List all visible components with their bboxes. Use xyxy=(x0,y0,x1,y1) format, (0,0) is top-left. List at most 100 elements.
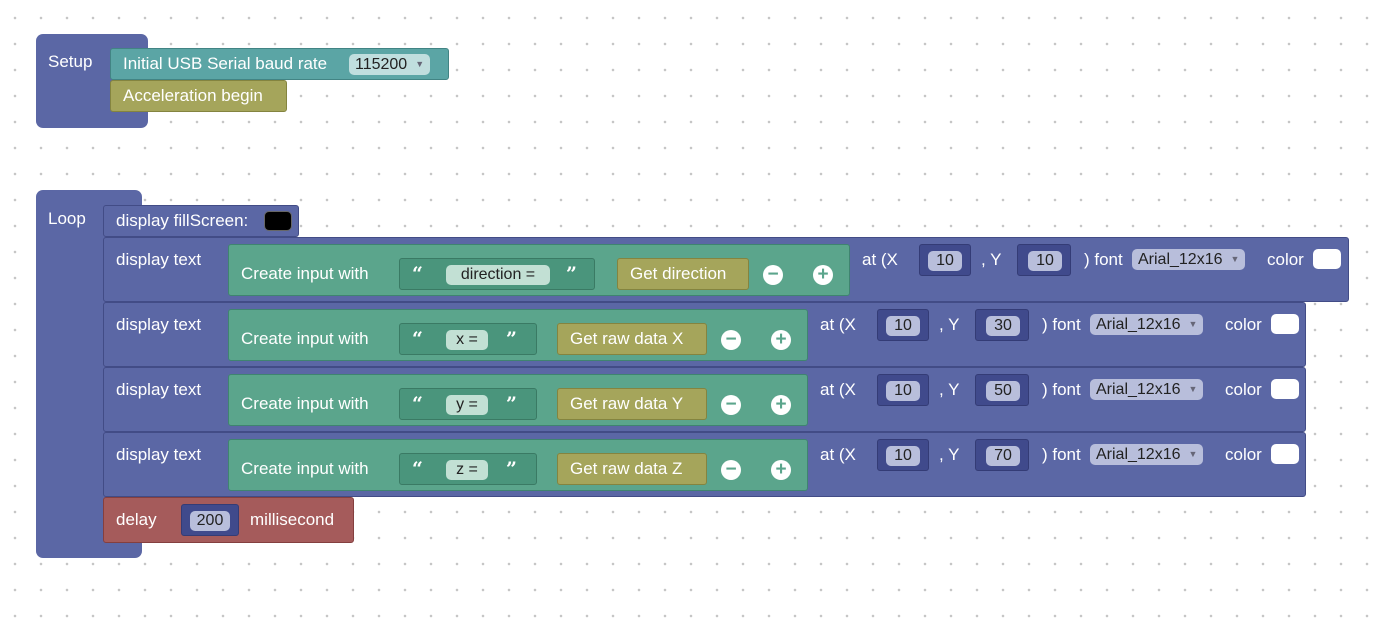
x-value-block[interactable]: 10 xyxy=(877,439,929,471)
close-quote-icon: ” xyxy=(506,458,517,480)
fill-screen-block[interactable]: display fillScreen: xyxy=(103,205,299,237)
baud-rate-value: 115200 xyxy=(355,56,408,73)
plus-icon[interactable]: + xyxy=(771,330,791,350)
getter-block[interactable]: Get raw data Z xyxy=(557,453,707,485)
plus-icon[interactable]: + xyxy=(813,265,833,285)
create-input-block[interactable]: Create input with “ direction = ” Get di… xyxy=(228,244,850,296)
at-x-label: at (X xyxy=(820,380,856,399)
minus-icon[interactable]: − xyxy=(721,395,741,415)
at-x-label: at (X xyxy=(820,315,856,334)
display-text-block-1[interactable]: display text Create input with “ directi… xyxy=(103,237,1349,302)
delay-unit-label: millisecond xyxy=(250,510,335,529)
x-value-block[interactable]: 10 xyxy=(877,309,929,341)
baud-rate-dropdown[interactable]: 115200 ▼ xyxy=(349,54,431,75)
create-input-label: Create input with xyxy=(241,329,369,348)
display-text-label: display text xyxy=(116,315,202,334)
y-value-block[interactable]: 30 xyxy=(975,309,1029,341)
dropdown-arrow-icon: ▼ xyxy=(1230,254,1240,264)
minus-icon[interactable]: − xyxy=(763,265,783,285)
text-literal-block[interactable]: “ z = ” xyxy=(399,453,537,485)
open-quote-icon: “ xyxy=(412,328,423,350)
display-text-block-4[interactable]: display text Create input with “ z = ” G… xyxy=(103,432,1306,497)
y-value[interactable]: 30 xyxy=(986,316,1020,336)
delay-label: delay xyxy=(116,510,157,529)
fill-screen-label: display fillScreen: xyxy=(116,211,249,230)
text-literal-block[interactable]: “ y = ” xyxy=(399,388,537,420)
text-color-swatch[interactable] xyxy=(1271,379,1299,399)
text-color-swatch[interactable] xyxy=(1271,314,1299,334)
color-label: color xyxy=(1225,445,1262,464)
at-x-label: at (X xyxy=(862,250,898,269)
display-text-block-2[interactable]: display text Create input with “ x = ” G… xyxy=(103,302,1306,367)
dropdown-arrow-icon: ▼ xyxy=(1188,384,1198,394)
y-value-block[interactable]: 50 xyxy=(975,374,1029,406)
text-literal-block[interactable]: “ x = ” xyxy=(399,323,537,355)
font-value: Arial_12x16 xyxy=(1138,251,1223,268)
y-value[interactable]: 50 xyxy=(986,381,1020,401)
x-value[interactable]: 10 xyxy=(886,316,920,336)
setup-label: Setup xyxy=(48,52,93,71)
text-field[interactable]: x = xyxy=(446,330,488,350)
display-text-block-3[interactable]: display text Create input with “ y = ” G… xyxy=(103,367,1306,432)
create-input-label: Create input with xyxy=(241,459,369,478)
y-value-block[interactable]: 10 xyxy=(1017,244,1071,276)
getter-block[interactable]: Get direction xyxy=(617,258,749,290)
delay-block[interactable]: delay 200 millisecond xyxy=(103,497,354,543)
font-label: ) font xyxy=(1042,445,1081,464)
y-label: , Y xyxy=(981,250,1002,269)
x-value[interactable]: 10 xyxy=(886,446,920,466)
fill-color-swatch[interactable] xyxy=(264,211,292,231)
font-dropdown[interactable]: Arial_12x16 ▼ xyxy=(1090,379,1204,400)
getter-block[interactable]: Get raw data Y xyxy=(557,388,707,420)
serial-baud-label: Initial USB Serial baud rate xyxy=(123,54,328,73)
minus-icon[interactable]: − xyxy=(721,460,741,480)
text-color-swatch[interactable] xyxy=(1313,249,1341,269)
at-x-label: at (X xyxy=(820,445,856,464)
font-dropdown[interactable]: Arial_12x16 ▼ xyxy=(1132,249,1246,270)
text-literal-block[interactable]: “ direction = ” xyxy=(399,258,595,290)
text-field[interactable]: y = xyxy=(446,395,488,415)
text-color-swatch[interactable] xyxy=(1271,444,1299,464)
x-value[interactable]: 10 xyxy=(928,251,962,271)
font-label: ) font xyxy=(1042,315,1081,334)
create-input-label: Create input with xyxy=(241,264,369,283)
font-value: Arial_12x16 xyxy=(1096,316,1181,333)
create-input-block[interactable]: Create input with “ y = ” Get raw data Y… xyxy=(228,374,808,426)
minus-icon[interactable]: − xyxy=(721,330,741,350)
close-quote-icon: ” xyxy=(506,393,517,415)
x-value[interactable]: 10 xyxy=(886,381,920,401)
text-field[interactable]: direction = xyxy=(446,265,550,285)
color-label: color xyxy=(1225,380,1262,399)
font-value: Arial_12x16 xyxy=(1096,446,1181,463)
plus-icon[interactable]: + xyxy=(771,460,791,480)
text-field[interactable]: z = xyxy=(446,460,488,480)
x-value-block[interactable]: 10 xyxy=(919,244,971,276)
serial-baud-block[interactable]: Initial USB Serial baud rate 115200 ▼ xyxy=(110,48,449,80)
display-text-label: display text xyxy=(116,445,202,464)
delay-value-block[interactable]: 200 xyxy=(181,504,239,536)
font-dropdown[interactable]: Arial_12x16 ▼ xyxy=(1090,444,1204,465)
y-value[interactable]: 70 xyxy=(986,446,1020,466)
acceleration-begin-block[interactable]: Acceleration begin xyxy=(110,80,287,112)
dropdown-arrow-icon: ▼ xyxy=(1188,319,1198,329)
font-dropdown[interactable]: Arial_12x16 ▼ xyxy=(1090,314,1204,335)
display-text-label: display text xyxy=(116,250,202,269)
plus-icon[interactable]: + xyxy=(771,395,791,415)
y-label: , Y xyxy=(939,445,960,464)
y-value-block[interactable]: 70 xyxy=(975,439,1029,471)
display-text-label: display text xyxy=(116,380,202,399)
x-value-block[interactable]: 10 xyxy=(877,374,929,406)
getter-label: Get direction xyxy=(630,264,727,283)
create-input-block[interactable]: Create input with “ z = ” Get raw data Z… xyxy=(228,439,808,491)
open-quote-icon: “ xyxy=(412,458,423,480)
open-quote-icon: “ xyxy=(412,393,423,415)
delay-value[interactable]: 200 xyxy=(190,511,230,531)
create-input-block[interactable]: Create input with “ x = ” Get raw data X… xyxy=(228,309,808,361)
close-quote-icon: ” xyxy=(506,328,517,350)
dropdown-arrow-icon: ▼ xyxy=(1188,449,1198,459)
color-label: color xyxy=(1267,250,1304,269)
y-value[interactable]: 10 xyxy=(1028,251,1062,271)
y-label: , Y xyxy=(939,380,960,399)
getter-block[interactable]: Get raw data X xyxy=(557,323,707,355)
create-input-label: Create input with xyxy=(241,394,369,413)
